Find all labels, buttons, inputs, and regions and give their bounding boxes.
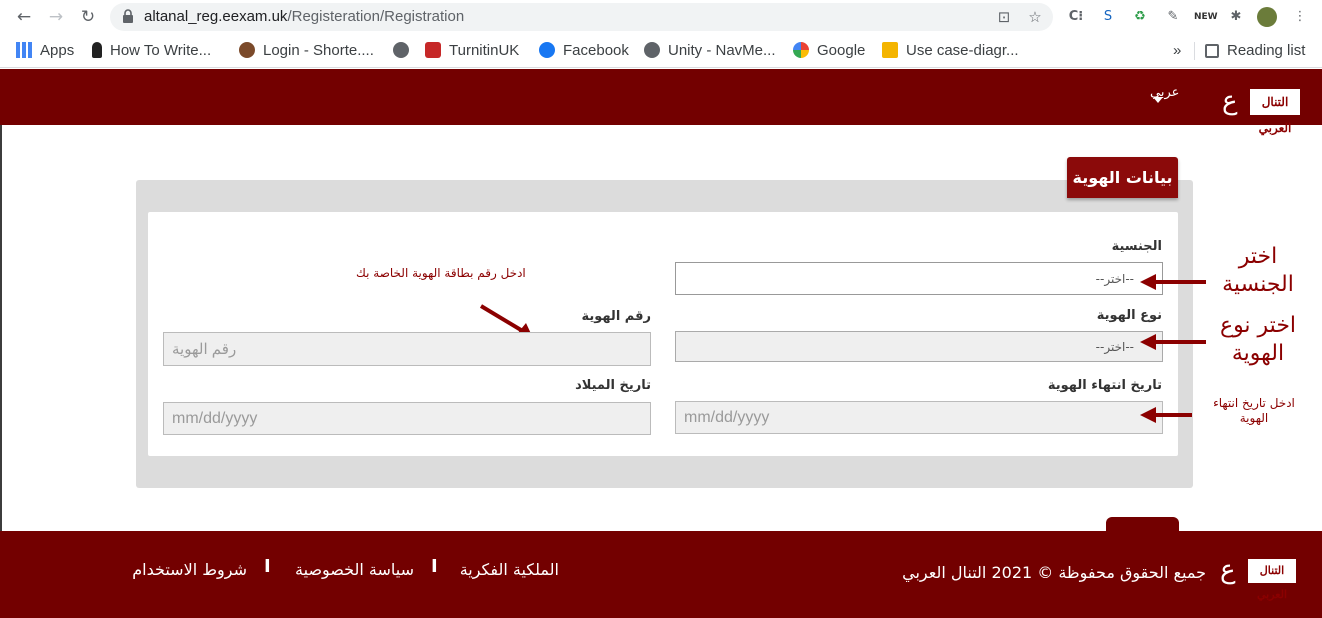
extension-c-icon[interactable]: C⁝ [1066, 7, 1086, 27]
divider [1194, 42, 1195, 60]
bookmark-login[interactable]: Login - Shorte.... [239, 41, 374, 61]
burger-icon [239, 42, 255, 58]
bookmark-apps[interactable]: Apps [16, 41, 74, 61]
star-icon[interactable]: ☆ [1026, 8, 1044, 26]
address-bar[interactable]: altanal_reg.eexam.uk/Registeration/Regis… [110, 3, 1053, 31]
bookmark-label: Google [817, 42, 866, 59]
globe-icon [393, 42, 409, 58]
keyhole-icon [92, 42, 102, 58]
bookmark-label: Facebook [563, 42, 629, 59]
nationality-label: الجنسية [1111, 239, 1162, 254]
google-icon [793, 42, 809, 58]
logo-mark-icon: ع [1220, 555, 1236, 585]
annotation-choose-nationality: اختر الجنسية [1222, 244, 1294, 297]
reload-icon[interactable]: ↻ [77, 6, 99, 28]
id-number-label: رقم الهوية [581, 309, 651, 324]
id-expiry-label: تاريخ انتهاء الهوية [1047, 378, 1162, 393]
bookmark-label: TurnitinUK [449, 42, 520, 59]
reading-list-icon [1205, 44, 1219, 58]
id-number-placeholder: رقم الهوية [172, 341, 237, 358]
footer-logo[interactable]: التنال العربي [1248, 559, 1296, 601]
id-number-hint: ادخل رقم بطاقة الهوية الخاصة بك [356, 266, 526, 280]
apps-grid-icon [16, 42, 32, 58]
url-path: /Registeration/Registration [287, 8, 465, 25]
browser-toolbar: ← → ↻ altanal_reg.eexam.uk/Registeration… [0, 0, 1322, 34]
menu-dots-icon[interactable]: ⋮ [1290, 7, 1310, 27]
puzzle-icon[interactable]: ✱ [1226, 7, 1246, 27]
extension-s-icon[interactable]: S [1098, 7, 1118, 27]
eyedropper-icon[interactable]: ✎ [1163, 7, 1183, 27]
turnitin-icon [425, 42, 441, 58]
bookmark-turnitin[interactable]: TurnitinUK [425, 41, 519, 61]
bookmark-how-to-write[interactable]: How To Write... [92, 41, 211, 61]
bookmark-label: Unity - NavMe... [668, 42, 776, 59]
bookmark-page-icon [882, 42, 898, 58]
lock-icon [123, 9, 133, 23]
back-arrow-icon[interactable]: ← [13, 6, 35, 28]
more-bookmarks-button[interactable]: » [1173, 41, 1181, 61]
bookmark-label: Use case-diagr... [906, 42, 1019, 59]
chevron-down-icon[interactable] [1153, 97, 1163, 103]
reading-list-label: Reading list [1227, 42, 1306, 59]
id-expiry-input[interactable]: mm/dd/yyyy [675, 401, 1163, 434]
nationality-select[interactable]: --اختر-- [675, 262, 1163, 295]
url-host: altanal_reg.eexam.uk [144, 8, 288, 25]
annotation-enter-expiry: ادخل تاريخ انتهاء الهوية [1213, 396, 1295, 425]
facebook-icon [539, 42, 555, 58]
bookmark-label: Login - Shorte.... [263, 42, 374, 59]
id-type-label: نوع الهوية [1096, 308, 1162, 323]
footer-link-privacy[interactable]: سياسة الخصوصية [295, 560, 414, 579]
page-border [0, 125, 2, 531]
birth-date-label: تاريخ الميلاد [575, 378, 651, 393]
bookmark-label: How To Write... [110, 42, 212, 59]
bookmark-facebook[interactable]: Facebook [539, 41, 629, 61]
logo-mark-icon: ع [1222, 86, 1238, 116]
site-logo[interactable]: التنال العربي [1250, 89, 1300, 135]
bookmark-google[interactable]: Google [793, 41, 865, 61]
birth-date-placeholder: mm/dd/yyyy [172, 409, 258, 427]
news-icon[interactable]: NEW [1194, 7, 1218, 27]
recycle-icon[interactable]: ♻ [1130, 7, 1150, 27]
footer-separator: I [264, 556, 271, 577]
arrow-left-icon [1140, 407, 1192, 423]
copyright-text: جميع الحقوق محفوظة © 2021 التنال العربي [902, 563, 1206, 582]
bookmarks-bar: Apps How To Write... Login - Shorte.... … [0, 34, 1322, 68]
globe-icon [644, 42, 660, 58]
translate-icon[interactable]: ⊡ [995, 8, 1013, 26]
avatar[interactable] [1257, 7, 1277, 27]
section-title: بيانات الهوية [1067, 157, 1178, 198]
annotation-choose-id-type: اختر نوع الهوية [1219, 313, 1297, 366]
bookmark-unity[interactable]: Unity - NavMe... [644, 41, 776, 61]
bookmark-globe[interactable] [393, 41, 417, 61]
nationality-value: --اختر-- [1095, 271, 1134, 286]
url-text: altanal_reg.eexam.uk/Registeration/Regis… [144, 8, 464, 25]
id-type-select[interactable]: --اختر-- [675, 331, 1163, 362]
id-expiry-placeholder: mm/dd/yyyy [684, 408, 770, 426]
id-number-input[interactable]: رقم الهوية [163, 332, 651, 366]
arrow-left-icon [1140, 334, 1206, 350]
footer-link-ip[interactable]: الملكية الفكرية [460, 560, 559, 579]
forward-arrow-icon[interactable]: → [45, 6, 67, 28]
bookmark-use-case[interactable]: Use case-diagr... [882, 41, 1019, 61]
site-header [0, 69, 1322, 125]
arrow-left-icon [1140, 274, 1206, 290]
footer-separator: I [431, 556, 438, 577]
footer-link-terms[interactable]: شروط الاستخدام [132, 560, 247, 579]
bookmark-label: Apps [40, 42, 75, 59]
reading-list-button[interactable]: Reading list [1205, 41, 1305, 61]
id-type-value: --اختر-- [1095, 339, 1134, 354]
birth-date-input[interactable]: mm/dd/yyyy [163, 402, 651, 435]
